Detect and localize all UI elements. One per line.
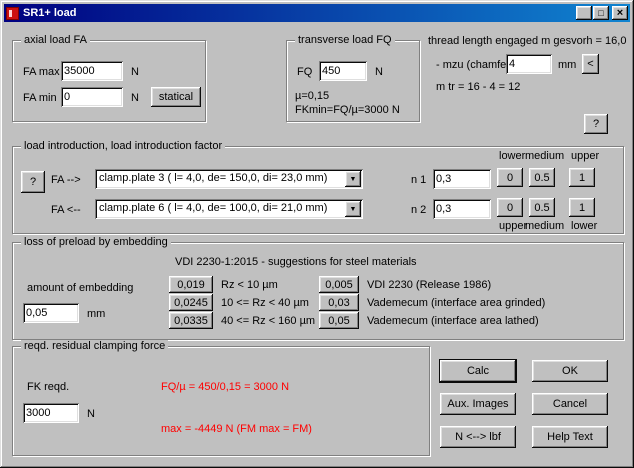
embedding-suggestion-label-r2c2: Vademecum (interface area grinded) <box>367 297 545 309</box>
fa-max-unit: N <box>131 66 139 78</box>
n1-medium-button[interactable]: 0.5 <box>529 168 555 187</box>
embedding-suggestion-label-r3c1: 40 <= Rz < 160 µm <box>221 315 315 327</box>
calc-button[interactable]: Calc <box>440 360 516 382</box>
fq-label: FQ <box>297 66 312 78</box>
fa-min-input[interactable] <box>61 87 123 107</box>
fk-formula-text: FQ/µ = 450/0,15 = 3000 N <box>161 381 289 393</box>
footer-label-upper: upper <box>499 220 527 232</box>
help-question-button-load-intro[interactable]: ? <box>21 171 45 193</box>
load-introduction-group: load introduction, load introduction fac… <box>12 146 624 234</box>
n2-medium-button[interactable]: 0.5 <box>529 198 555 217</box>
mzu-input[interactable] <box>506 54 552 74</box>
dialog-window: SR1+ load _ □ × axial load FA FA max N F… <box>0 0 634 468</box>
fa-max-label: FA max <box>23 66 60 78</box>
fm-max-text: max = -4449 N (FM max = FM) <box>161 423 312 435</box>
embedding-suggestion-button-r1c1[interactable]: 0,019 <box>169 276 213 293</box>
fk-reqd-input[interactable] <box>23 403 79 423</box>
footer-label-lower: lower <box>571 220 597 232</box>
clamp-plate-select-1[interactable]: clamp.plate 3 ( l= 4,0, de= 150,0, di= 2… <box>95 169 363 189</box>
embedding-suggestions-title: VDI 2230-1:2015 - suggestions for steel … <box>175 256 417 268</box>
clamping-force-group: reqd. residual clamping force FK reqd. F… <box>12 346 430 456</box>
amount-of-embedding-label: amount of embedding <box>27 282 133 294</box>
fa-direction-label-1: FA --> <box>51 174 81 186</box>
cancel-button[interactable]: Cancel <box>532 393 608 415</box>
embedding-suggestion-label-r1c1: Rz < 10 µm <box>221 279 278 291</box>
titlebar[interactable]: SR1+ load _ □ × <box>4 4 630 22</box>
ok-button[interactable]: OK <box>532 360 608 382</box>
mzu-unit: mm <box>558 59 576 71</box>
embedding-suggestion-button-r3c2[interactable]: 0,05 <box>319 312 359 329</box>
clamping-force-group-title: reqd. residual clamping force <box>21 340 168 352</box>
clamp-plate-select-2[interactable]: clamp.plate 6 ( l= 4,0, de= 100,0, di= 2… <box>95 199 363 219</box>
clamp-plate-selected-2: clamp.plate 6 ( l= 4,0, de= 100,0, di= 2… <box>95 199 343 219</box>
minimize-button[interactable]: _ <box>576 6 592 20</box>
close-icon: × <box>617 7 623 19</box>
embedding-suggestion-button-r2c1[interactable]: 0,0245 <box>169 294 213 311</box>
maximize-button[interactable]: □ <box>593 6 609 20</box>
app-icon <box>6 7 19 20</box>
transverse-load-group: transverse load FQ FQ N µ=0,15 FKmin=FQ/… <box>286 40 420 122</box>
mzu-label: - mzu (chamfer) <box>436 59 514 71</box>
n2-lower-button[interactable]: 0 <box>497 198 523 217</box>
chevron-down-icon[interactable]: ▼ <box>345 201 361 217</box>
header-label-lower: lower <box>499 150 525 162</box>
thread-length-text: thread length engaged m gesvorh = 16,0 <box>428 35 626 47</box>
axial-load-group: axial load FA FA max N FA min N statical <box>12 40 206 122</box>
fk-reqd-unit: N <box>87 408 95 420</box>
load-introduction-group-title: load introduction, load introduction fac… <box>21 140 225 152</box>
fa-min-unit: N <box>131 92 139 104</box>
embedding-suggestion-button-r2c2[interactable]: 0,03 <box>319 294 359 311</box>
maximize-icon: □ <box>598 8 603 18</box>
clamp-plate-selected-1: clamp.plate 3 ( l= 4,0, de= 150,0, di= 2… <box>95 169 343 189</box>
embedding-suggestion-label-r3c2: Vademecum (interface area lathed) <box>367 315 539 327</box>
amount-of-embedding-unit: mm <box>87 308 105 320</box>
fa-min-label: FA min <box>23 92 57 104</box>
mtr-result-text: m tr = 16 - 4 = 12 <box>436 81 520 93</box>
close-button[interactable]: × <box>612 6 628 20</box>
fkmin-text: FKmin=FQ/µ=3000 N <box>295 104 400 116</box>
fa-direction-label-2: FA <-- <box>51 204 81 216</box>
aux-images-button[interactable]: Aux. Images <box>440 393 516 415</box>
n1-label: n 1 <box>411 174 426 186</box>
embedding-group-title: loss of preload by embedding <box>21 236 171 248</box>
axial-load-group-title: axial load FA <box>21 34 90 46</box>
fa-max-input[interactable] <box>61 61 123 81</box>
n1-input[interactable] <box>433 169 491 189</box>
minimize-icon: _ <box>581 13 586 19</box>
fq-unit: N <box>375 66 383 78</box>
footer-label-medium: medium <box>525 220 564 232</box>
n2-label: n 2 <box>411 204 426 216</box>
transverse-load-group-title: transverse load FQ <box>295 34 395 46</box>
embedding-suggestion-button-r3c1[interactable]: 0,0335 <box>169 312 213 329</box>
header-label-upper: upper <box>571 150 599 162</box>
n2-input[interactable] <box>433 199 491 219</box>
unit-toggle-button[interactable]: N <--> lbf <box>440 426 516 448</box>
embedding-suggestion-button-r1c2[interactable]: 0,005 <box>319 276 359 293</box>
amount-of-embedding-input[interactable] <box>23 303 79 323</box>
chevron-down-icon[interactable]: ▼ <box>345 171 361 187</box>
fq-input[interactable] <box>319 61 367 81</box>
n1-upper-button[interactable]: 1 <box>569 168 595 187</box>
header-label-medium: medium <box>525 150 564 162</box>
embedding-suggestion-label-r2c1: 10 <= Rz < 40 µm <box>221 297 309 309</box>
help-text-button[interactable]: Help Text <box>532 426 608 448</box>
statical-button[interactable]: statical <box>151 87 201 107</box>
fk-reqd-label: FK reqd. <box>27 381 69 393</box>
embedding-suggestion-label-r1c2: VDI 2230 (Release 1986) <box>367 279 491 291</box>
help-question-button-top[interactable]: ? <box>584 114 608 134</box>
n2-upper-button[interactable]: 1 <box>569 198 595 217</box>
mzu-decrease-button[interactable]: < <box>582 54 599 74</box>
embedding-group: loss of preload by embedding VDI 2230-1:… <box>12 242 624 340</box>
window-title: SR1+ load <box>23 7 576 19</box>
n1-lower-button[interactable]: 0 <box>497 168 523 187</box>
mu-value-text: µ=0,15 <box>295 90 329 102</box>
